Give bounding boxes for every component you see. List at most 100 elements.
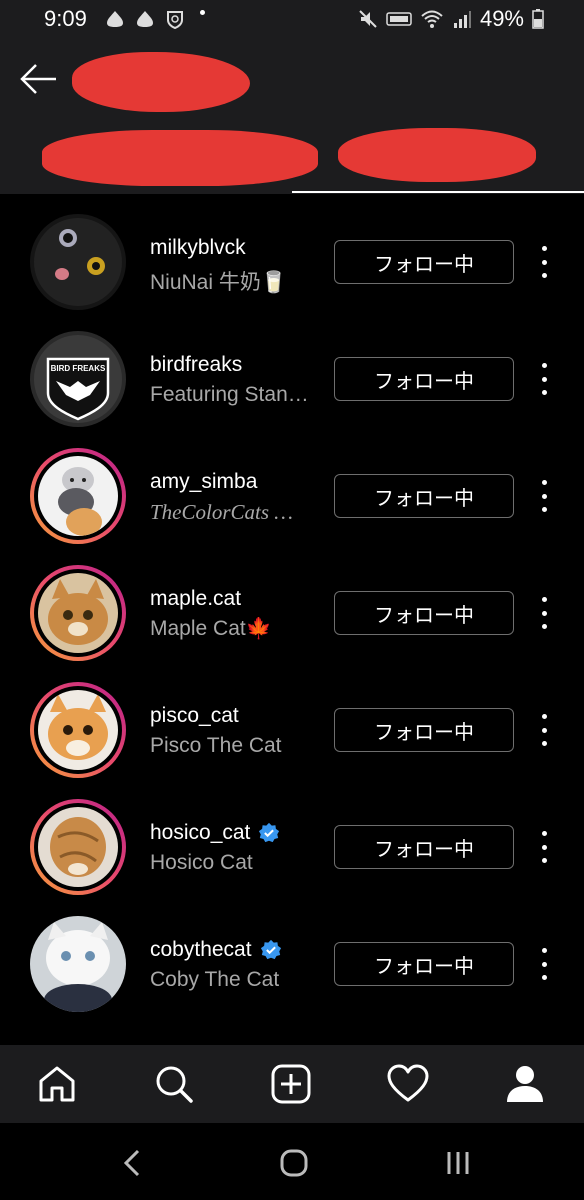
search-icon [156, 1066, 193, 1103]
username-text: cobythecat [150, 938, 252, 961]
avatar-image [30, 214, 126, 310]
profile-header [0, 40, 584, 194]
avatar-with-story-ring[interactable] [30, 448, 126, 544]
more-options-icon[interactable] [532, 246, 556, 278]
back-icon [123, 1149, 140, 1177]
avatar-image [38, 573, 118, 653]
back-button[interactable] [18, 58, 60, 100]
nav-profile[interactable] [502, 1061, 548, 1107]
username-text: amy_simba [150, 470, 258, 493]
display-name: NiuNai 牛奶🥛 [150, 271, 288, 294]
avatar-with-story-ring[interactable] [30, 799, 126, 895]
verified-badge-icon [259, 822, 280, 843]
avatar[interactable]: BIRD FREAKS [30, 331, 126, 427]
notification-icons [104, 8, 186, 30]
display-name: Maple Cat🍁 [150, 617, 272, 640]
more-options-icon[interactable] [532, 363, 556, 395]
battery-icon [532, 9, 544, 29]
username[interactable]: milkyblvck [150, 236, 246, 260]
status-bar: 9:09 49% [0, 0, 584, 40]
mute-icon [359, 10, 377, 28]
more-options-icon[interactable] [532, 480, 556, 512]
nav-home[interactable] [34, 1061, 80, 1107]
username[interactable]: maple.cat [150, 587, 241, 611]
avatar-image: BIRD FREAKS [30, 331, 126, 427]
username[interactable]: hosico_cat [150, 821, 280, 845]
display-name: Hosico Cat [150, 851, 253, 874]
following-button[interactable]: フォロー中 [334, 591, 514, 635]
username-text: hosico_cat [150, 821, 251, 844]
avatar-image [30, 916, 126, 1012]
system-navigation-bar [0, 1123, 584, 1200]
avatar-with-story-ring[interactable] [30, 682, 126, 778]
following-button[interactable]: フォロー中 [334, 474, 514, 518]
list-item[interactable]: milkyblvck NiuNai 牛奶🥛 フォロー中 [0, 194, 584, 311]
more-options-icon[interactable] [532, 948, 556, 980]
display-name: Featuring Stan… [150, 383, 309, 406]
display-name: Pisco The Cat [150, 734, 282, 757]
active-tab-indicator [292, 191, 584, 193]
avatar[interactable] [30, 214, 126, 310]
username[interactable]: amy_simba [150, 470, 257, 494]
avatar-frame [34, 803, 122, 891]
list-item[interactable]: cobythecat Coby The Cat フォロー中 [0, 896, 584, 1013]
home-circle-icon [280, 1149, 308, 1177]
following-button[interactable]: フォロー中 [334, 708, 514, 752]
more-options-icon[interactable] [532, 831, 556, 863]
redacted-tab-followers[interactable] [42, 130, 318, 186]
username-text: milkyblvck [150, 236, 246, 259]
list-item[interactable]: hosico_cat Hosico Cat フォロー中 [0, 779, 584, 896]
vpn-shield-icon [164, 8, 186, 30]
username[interactable]: birdfreaks [150, 353, 242, 377]
nav-search[interactable] [151, 1061, 197, 1107]
list-item[interactable]: amy_simba TheColorCats … フォロー中 [0, 428, 584, 545]
status-time: 9:09 [44, 6, 87, 31]
more-notifications-dot [200, 10, 205, 15]
avatar-image [38, 807, 118, 887]
avatar-with-story-ring[interactable] [30, 565, 126, 661]
more-options-icon[interactable] [532, 597, 556, 629]
redacted-tab-following[interactable] [338, 128, 536, 182]
battery-percent: 49% [479, 6, 524, 31]
following-button[interactable]: フォロー中 [334, 825, 514, 869]
nav-activity[interactable] [385, 1061, 431, 1107]
display-name: Coby The Cat [150, 968, 280, 991]
avatar-frame [34, 569, 122, 657]
username-text: birdfreaks [150, 353, 243, 376]
avatar-frame [34, 686, 122, 774]
avatar-image [38, 690, 118, 770]
username[interactable]: pisco_cat [150, 704, 239, 728]
nav-new-post[interactable] [268, 1061, 314, 1107]
redacted-username [72, 52, 250, 112]
list-item[interactable]: maple.cat Maple Cat🍁 フォロー中 [0, 545, 584, 662]
display-name: TheColorCats … [150, 500, 293, 524]
system-home-button[interactable] [276, 1145, 312, 1181]
wifi-icon [421, 10, 443, 28]
following-button[interactable]: フォロー中 [334, 240, 514, 284]
list-item[interactable]: pisco_cat Pisco The Cat フォロー中 [0, 662, 584, 779]
verified-badge-icon [260, 939, 281, 960]
username-text: pisco_cat [150, 704, 239, 727]
add-post-icon [271, 1064, 311, 1104]
avatar[interactable] [30, 916, 126, 1012]
game-slime-icon [104, 8, 126, 30]
system-recents-button[interactable] [440, 1145, 476, 1181]
username[interactable]: cobythecat [150, 938, 282, 962]
volte-icon [386, 12, 412, 26]
home-icon [39, 1066, 75, 1102]
username-text: maple.cat [150, 587, 242, 610]
profile-icon [507, 1066, 543, 1102]
list-item[interactable]: BIRD FREAKS birdfreaks Featuring Stan… フ… [0, 311, 584, 428]
recents-icon [447, 1152, 469, 1174]
following-button[interactable]: フォロー中 [334, 942, 514, 986]
arrow-left-icon [20, 64, 56, 94]
avatar-image [38, 456, 118, 536]
game-slime-icon [134, 8, 156, 30]
system-status-icons: 49% [358, 6, 544, 32]
more-options-icon[interactable] [532, 714, 556, 746]
system-back-button[interactable] [114, 1145, 150, 1181]
heart-icon [387, 1064, 429, 1102]
signal-icon [453, 11, 471, 28]
following-button[interactable]: フォロー中 [334, 357, 514, 401]
bottom-navigation [0, 1045, 584, 1123]
